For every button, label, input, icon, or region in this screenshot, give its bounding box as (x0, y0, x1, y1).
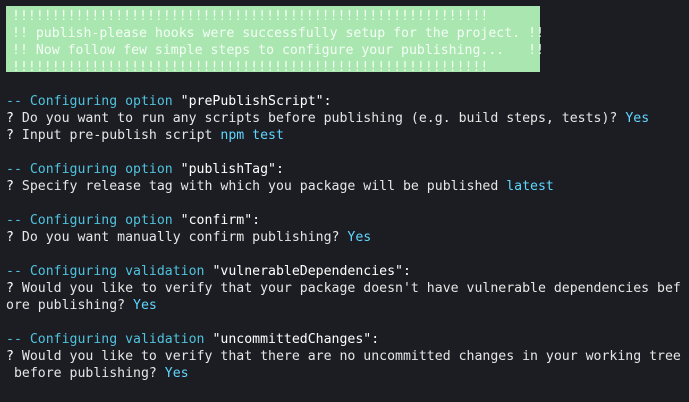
prompt-line: ? Specify release tag with which you pac… (6, 178, 554, 195)
prompt-text: before publishing? (6, 366, 165, 381)
section-header-name: "uncommittedChanges": (212, 332, 380, 347)
prompt-mark: ? (6, 349, 14, 364)
section-header-uncommittedchanges: -- Configuring validation "uncommittedCh… (6, 331, 379, 348)
section-header-name: "vulnerableDependencies": (212, 264, 411, 279)
prompt-answer: Yes (625, 111, 650, 126)
section-header-prepublishscript: -- Configuring option "prePublishScript"… (6, 93, 332, 110)
prompt-answer: npm test (220, 128, 284, 143)
section-header-name: "confirm": (180, 213, 261, 228)
prompt-line: ore publishing? Yes (6, 297, 157, 314)
banner-line: !!!!!!!!!!!!!!!!!!!!!!!!!!!!!!!!!!!!!!!!… (12, 9, 489, 24)
prompt-text: Do you want manually confirm publishing? (13, 230, 348, 245)
prompt-line: ? Do you want manually confirm publishin… (6, 229, 371, 246)
terminal-window: !!!!!!!!!!!!!!!!!!!!!!!!!!!!!!!!!!!!!!!!… (0, 0, 689, 402)
prompt-mark: ? (6, 230, 14, 245)
prompt-line: ? Do you want to run any scripts before … (6, 110, 649, 127)
section-header-confirm: -- Configuring option "confirm": (6, 212, 260, 229)
section-header-vulnerabledependencies: -- Configuring validation "vulnerableDep… (6, 263, 411, 280)
prompt-answer: Yes (133, 298, 157, 313)
prompt-answer: Yes (164, 366, 189, 381)
prompt-mark: ? (6, 281, 14, 296)
prompt-mark: ? (6, 111, 14, 126)
prompt-mark: ? (6, 128, 14, 143)
banner-line: !! publish-please hooks were successfull… (12, 26, 544, 41)
section-header-prefix: -- Configuring option (6, 162, 181, 177)
prompt-line: ? Input pre-publish script npm test (6, 127, 284, 144)
section-header-name: "publishTag": (180, 162, 284, 177)
section-header-prefix: -- Configuring validation (6, 264, 213, 279)
prompt-text: Input pre-publish script (13, 128, 221, 143)
prompt-text: Do you want to run any scripts before pu… (13, 111, 626, 126)
prompt-mark: ? (6, 179, 14, 194)
section-header-prefix: -- Configuring option (6, 213, 181, 228)
prompt-answer: Yes (347, 230, 372, 245)
setup-banner: !!!!!!!!!!!!!!!!!!!!!!!!!!!!!!!!!!!!!!!!… (6, 6, 544, 75)
prompt-text: Would you like to verify that there are … (13, 349, 681, 364)
prompt-line: before publishing? Yes (6, 365, 189, 382)
prompt-text: Specify release tag with which you packa… (13, 179, 507, 194)
prompt-answer: latest (506, 179, 554, 194)
prompt-text: ore publishing? (6, 298, 134, 313)
banner-line: !! Now follow few simple steps to config… (12, 43, 544, 58)
prompt-line: ? Would you like to verify that your pac… (6, 280, 681, 297)
section-header-prefix: -- Configuring validation (6, 332, 213, 347)
banner-line: !!!!!!!!!!!!!!!!!!!!!!!!!!!!!!!!!!!!!!!!… (12, 60, 489, 75)
section-header-prefix: -- Configuring option (6, 94, 181, 109)
section-header-publishtag: -- Configuring option "publishTag": (6, 161, 284, 178)
prompt-line: ? Would you like to verify that there ar… (6, 348, 681, 365)
section-header-name: "prePublishScript": (180, 94, 332, 109)
prompt-text: Would you like to verify that your packa… (13, 281, 681, 296)
